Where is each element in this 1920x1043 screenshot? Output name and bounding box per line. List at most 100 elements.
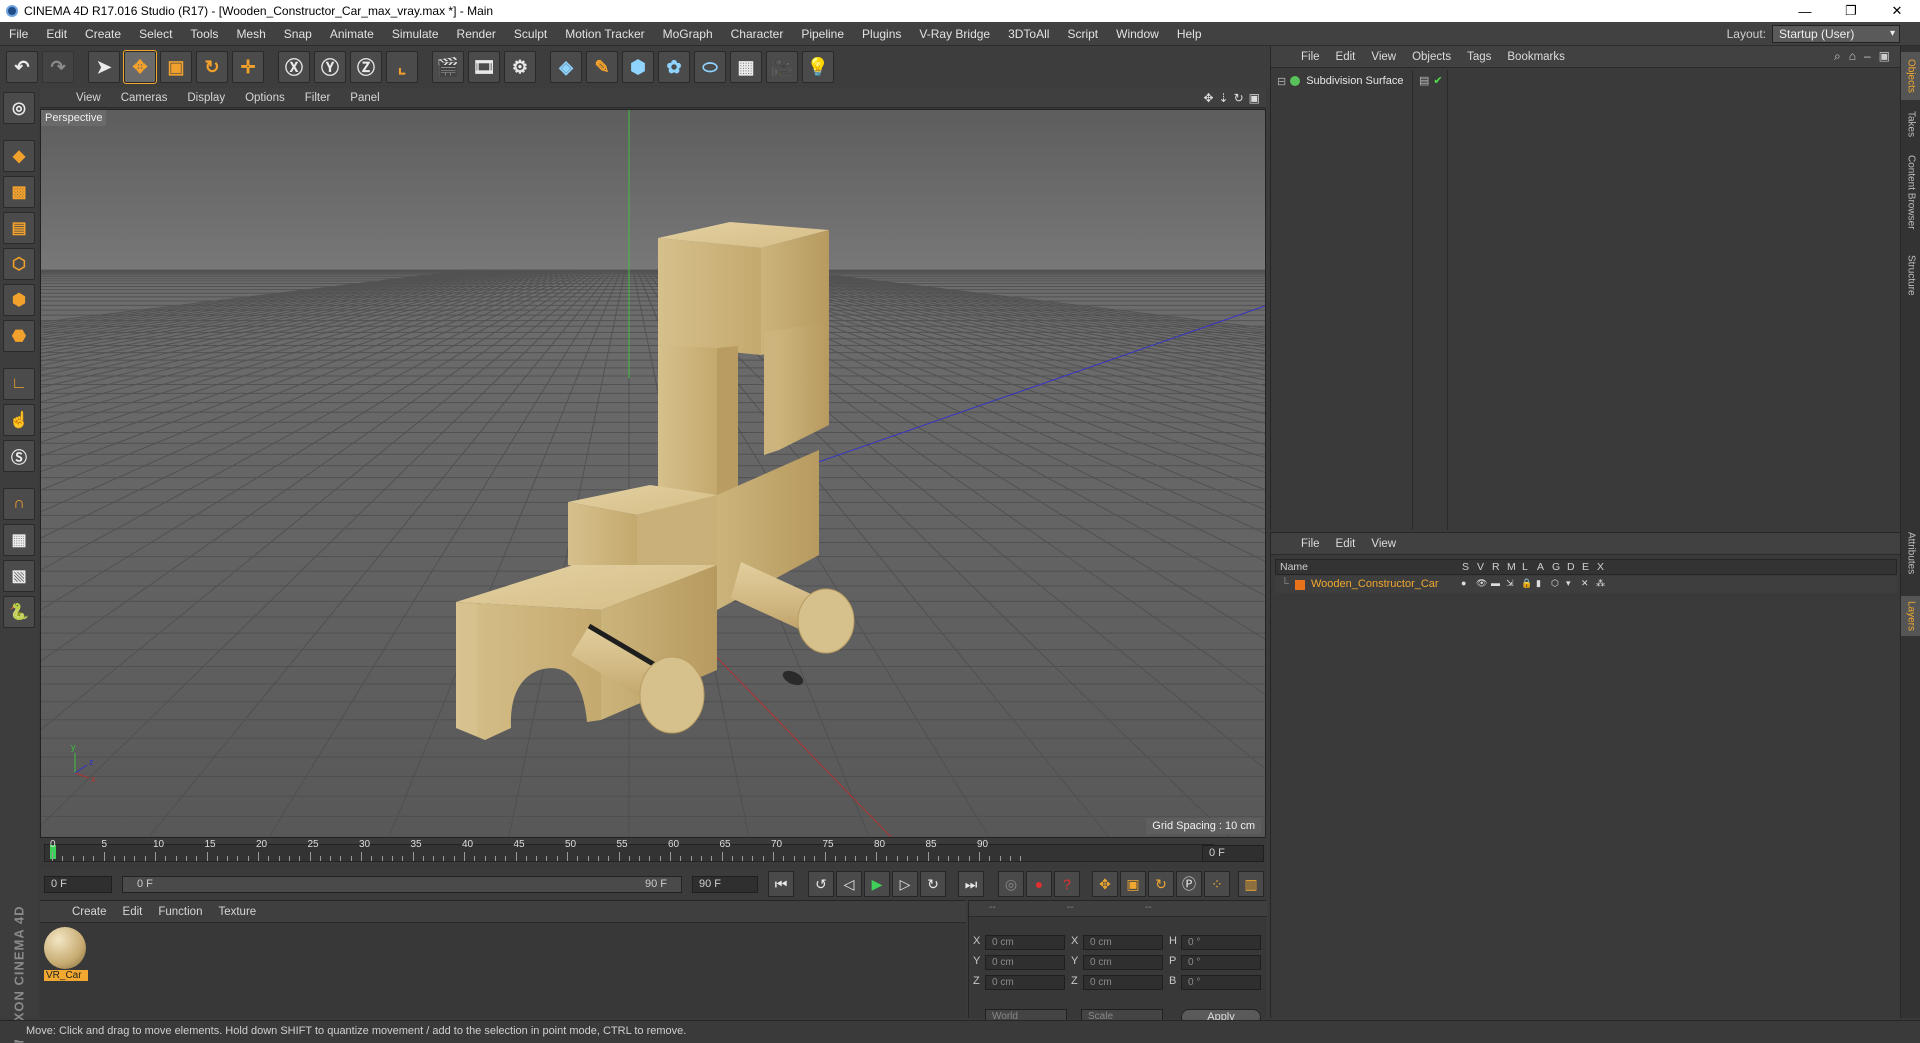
material-swatch[interactable]: VR_Car [44, 927, 88, 983]
object-menu-view[interactable]: View [1363, 51, 1404, 63]
subdivision-surface-icon[interactable]: ⬢ [622, 51, 654, 83]
menu-select[interactable]: Select [130, 27, 181, 41]
search-icon[interactable]: ⌕ [1834, 49, 1841, 64]
animation-icon[interactable]: ▮ [1536, 578, 1551, 591]
coordinate-field-x[interactable]: 0 cm [985, 935, 1065, 950]
render-icon[interactable]: ▬ [1491, 578, 1506, 591]
menu-character[interactable]: Character [722, 27, 793, 41]
material-menu-function[interactable]: Function [150, 906, 210, 918]
side-tab-takes[interactable]: Takes [1901, 106, 1920, 142]
camera-icon[interactable]: 🎥 [766, 51, 798, 83]
layer-column-m[interactable]: M [1507, 561, 1516, 573]
undo-icon[interactable]: ↶ [6, 51, 38, 83]
menu-snap[interactable]: Snap [275, 27, 321, 41]
layer-column-l[interactable]: L [1522, 561, 1528, 573]
layer-menu-file[interactable]: File [1293, 538, 1328, 550]
object-menu-tags[interactable]: Tags [1459, 51, 1499, 63]
y-axis-lock-icon[interactable]: Ⓨ [314, 51, 346, 83]
light-icon[interactable]: 💡 [802, 51, 834, 83]
menu-file[interactable]: File [0, 27, 37, 41]
locked-icon[interactable]: 🔒 [1521, 578, 1536, 591]
orbit-icon[interactable]: ↻ [1234, 91, 1244, 105]
polygons-mode-icon[interactable]: ⬣ [3, 320, 35, 352]
end-frame-field[interactable]: 90 F [692, 876, 758, 893]
render-settings-icon[interactable]: ⚙ [504, 51, 536, 83]
scale-tool-icon[interactable]: ▣ [160, 51, 192, 83]
menu-3dtoall[interactable]: 3DToAll [999, 27, 1058, 41]
coordinate-field-y[interactable]: 0 cm [1083, 955, 1163, 970]
solo-icon[interactable]: ● [1461, 578, 1476, 591]
menu-mograph[interactable]: MoGraph [654, 27, 722, 41]
z-axis-lock-icon[interactable]: Ⓩ [350, 51, 382, 83]
planar-workplane-icon[interactable]: ▧ [3, 560, 35, 592]
render-picture-viewer-icon[interactable]: 🎞 [468, 51, 500, 83]
frame-range-slider[interactable]: 0 F 90 F [122, 876, 682, 893]
enabled-check-icon[interactable]: ✔ [1433, 74, 1442, 87]
layer-tag-icon[interactable]: ▤ [1419, 74, 1429, 87]
key-position-icon[interactable]: ✥ [1092, 871, 1118, 897]
key-scale-icon[interactable]: ▣ [1120, 871, 1146, 897]
coordinate-field-p[interactable]: 0 ° [1181, 955, 1261, 970]
material-menu-edit[interactable]: Edit [115, 906, 151, 918]
coordinate-system-icon[interactable]: ⌞ [386, 51, 418, 83]
menu-script[interactable]: Script [1058, 27, 1107, 41]
perspective-viewport[interactable]: y x z Perspective Grid Spacing : 10 cm [40, 109, 1266, 838]
edges-mode-icon[interactable]: ⬢ [3, 284, 35, 316]
coordinate-field-h[interactable]: 0 ° [1181, 935, 1261, 950]
collapse-icon[interactable]: – [1864, 49, 1871, 64]
expand-toggle-icon[interactable]: ⊟ [1277, 75, 1286, 88]
layer-column-a[interactable]: A [1537, 561, 1544, 573]
coordinate-field-y[interactable]: 0 cm [985, 955, 1065, 970]
home-icon[interactable]: ⌂ [1849, 49, 1856, 64]
menu-animate[interactable]: Animate [321, 27, 383, 41]
step-forward-icon[interactable]: ▷ [892, 871, 918, 897]
new-window-icon[interactable]: ▣ [1879, 49, 1890, 64]
step-back-icon[interactable]: ◁ [836, 871, 862, 897]
tweak-mode-icon[interactable]: ☝ [3, 404, 35, 436]
menu-window[interactable]: Window [1107, 27, 1168, 41]
go-to-start-icon[interactable]: ⏮ [768, 871, 794, 897]
x-axis-lock-icon[interactable]: Ⓧ [278, 51, 310, 83]
layer-column-r[interactable]: R [1492, 561, 1500, 573]
maximize-view-icon[interactable]: ▣ [1249, 91, 1260, 105]
render-view-icon[interactable]: 🎬 [432, 51, 464, 83]
object-menu-edit[interactable]: Edit [1328, 51, 1364, 63]
auto-key-icon[interactable]: ? [1054, 871, 1080, 897]
workplane-icon[interactable]: ▤ [3, 212, 35, 244]
select-arrow-icon[interactable]: ➤ [88, 51, 120, 83]
live-select-icon[interactable]: ✛ [232, 51, 264, 83]
generators-icon[interactable]: ⬡ [1551, 578, 1566, 591]
manager-icon[interactable]: ⇲ [1506, 578, 1521, 591]
layer-column-e[interactable]: E [1582, 561, 1589, 573]
menu-mesh[interactable]: Mesh [227, 27, 274, 41]
redo-icon[interactable]: ↷ [42, 51, 74, 83]
viewport-menu-panel[interactable]: Panel [340, 92, 389, 104]
current-frame-field[interactable]: 0 F [1202, 845, 1264, 862]
object-menu-bookmarks[interactable]: Bookmarks [1499, 51, 1573, 63]
cloner-icon[interactable]: ✿ [658, 51, 690, 83]
object-row[interactable]: ⊟ Subdivision Surface [1271, 72, 1901, 90]
layer-column-d[interactable]: D [1567, 561, 1575, 573]
deformer-icon[interactable]: ⬭ [694, 51, 726, 83]
restore-button[interactable]: ❐ [1828, 0, 1874, 22]
points-mode-icon[interactable]: ⬡ [3, 248, 35, 280]
menu-create[interactable]: Create [76, 27, 130, 41]
layer-column-name[interactable]: Name [1280, 561, 1308, 573]
viewport-canvas[interactable]: y x z [41, 110, 1265, 837]
snap-magnet-icon[interactable]: ∩ [3, 488, 35, 520]
dolly-icon[interactable]: ⇣ [1219, 91, 1229, 105]
menu-simulate[interactable]: Simulate [383, 27, 448, 41]
deformers-icon[interactable]: ▾ [1566, 578, 1581, 591]
menu-v-ray-bridge[interactable]: V-Ray Bridge [910, 27, 999, 41]
visible-icon[interactable]: 👁 [1476, 578, 1491, 591]
key-rotation-icon[interactable]: ↻ [1148, 871, 1174, 897]
material-menu-texture[interactable]: Texture [210, 906, 264, 918]
keyframe-selection-icon[interactable]: ◎ [998, 871, 1024, 897]
layer-name[interactable]: Wooden_Constructor_Car [1311, 578, 1439, 590]
record-icon[interactable]: ● [1026, 871, 1052, 897]
move-tool-icon[interactable]: ✥ [123, 50, 157, 84]
side-tab-content-browser[interactable]: Content Browser [1901, 146, 1920, 238]
layer-color-swatch[interactable] [1295, 580, 1305, 590]
layer-row[interactable]: └ Wooden_Constructor_Car ● 👁 ▬ ⇲ 🔒 ▮ ⬡ ▾ ✕ ⁂ [1275, 576, 1897, 593]
key-parameter-icon[interactable]: Ⓟ [1176, 871, 1202, 897]
